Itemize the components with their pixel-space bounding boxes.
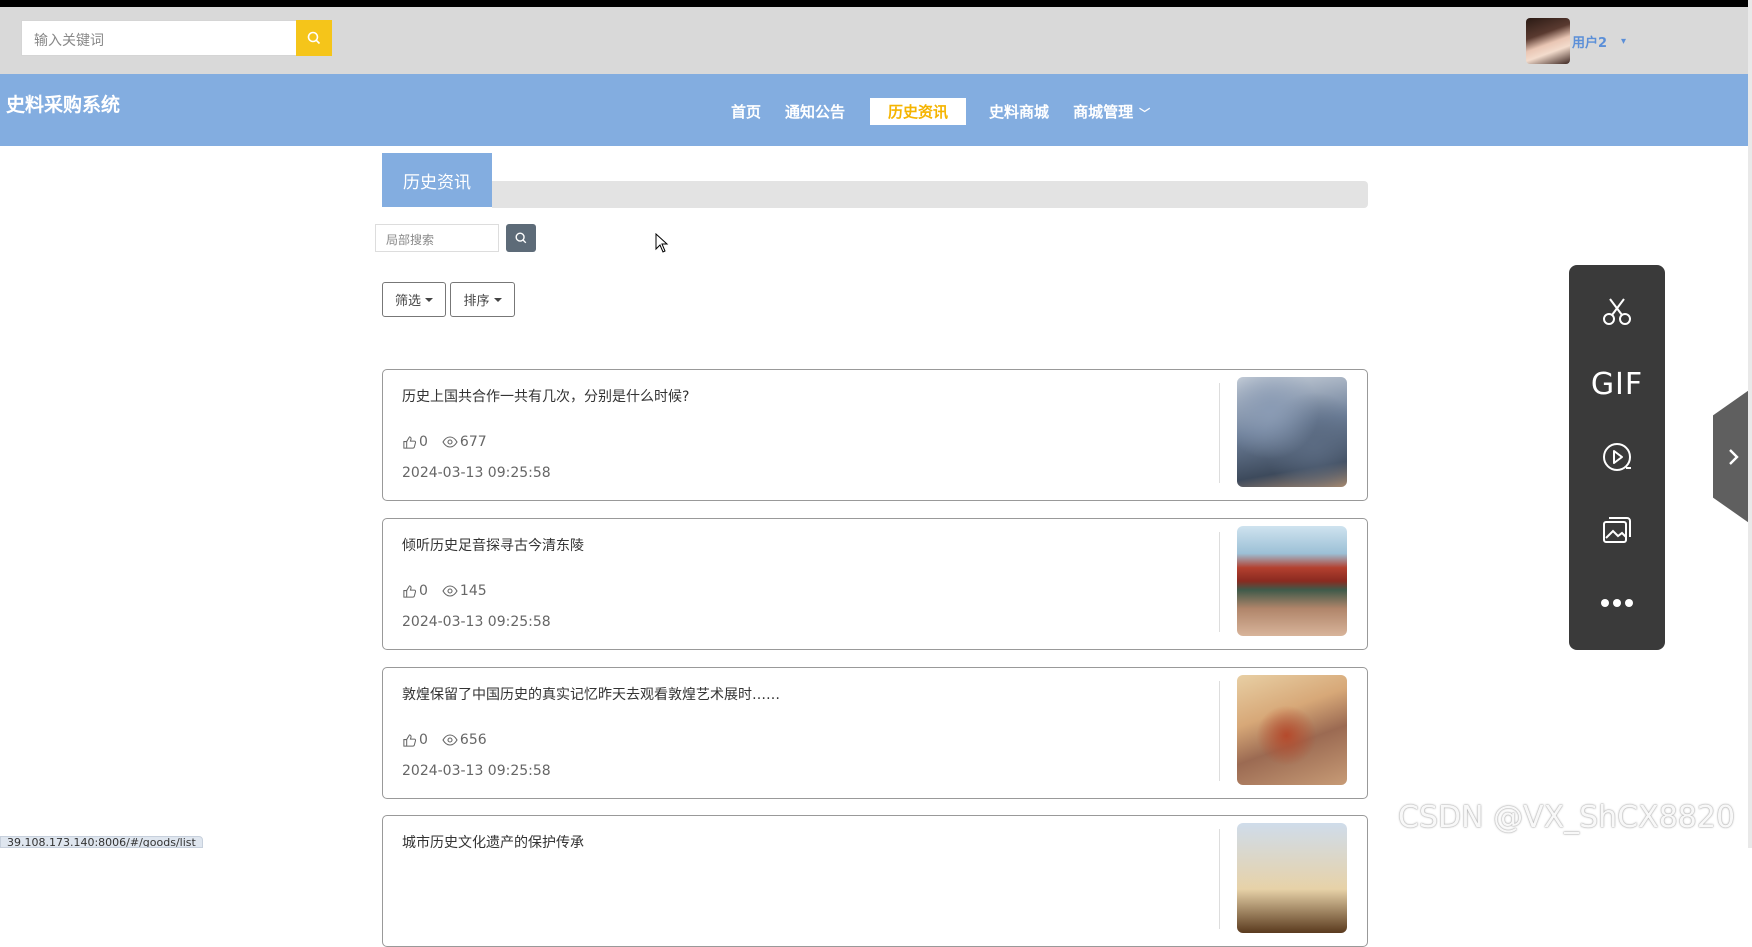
view-count: 145 [459, 583, 487, 599]
window-top-border [0, 0, 1752, 7]
caret-down-icon [425, 297, 433, 302]
brand-title: 史料采购系统 [6, 94, 121, 116]
nav-item-mall[interactable]: 史料商城 [978, 98, 1060, 125]
thumbs-up-icon[interactable] [402, 435, 417, 450]
article-title[interactable]: 倾听历史足音探寻古今清东陵 [402, 535, 584, 555]
article-thumbnail[interactable] [1237, 823, 1347, 933]
divider [1219, 829, 1220, 929]
nav-item-mall-management-label: 商城管理 [1073, 103, 1134, 121]
like-count: 0 [419, 732, 428, 748]
filter-label: 筛选 [394, 294, 421, 309]
eye-icon [442, 585, 458, 597]
search-icon [515, 232, 527, 244]
view-count: 677 [459, 434, 487, 450]
scissors-icon[interactable] [1569, 291, 1665, 331]
article-date: 2024-03-13 09:25:58 [402, 465, 551, 481]
local-search-input[interactable]: 局部搜索 [375, 224, 499, 252]
article-card[interactable]: 城市历史文化遗产的保护传承 [382, 815, 1368, 947]
sort-dropdown-button[interactable]: 排序 [450, 282, 515, 317]
view-count: 656 [459, 732, 487, 748]
article-card[interactable]: 敦煌保留了中国历史的真实记忆昨天去观看敦煌艺术展时…… 0 656 2024-0… [382, 667, 1368, 799]
watermark: CSDN @VX_ShCX8820 [1398, 800, 1736, 835]
username[interactable]: 用户2 [1572, 32, 1607, 51]
gif-record-button[interactable]: GIF [1569, 364, 1665, 404]
image-capture-icon[interactable] [1569, 510, 1665, 550]
keyword-search-button[interactable] [296, 20, 332, 56]
avatar[interactable] [1526, 18, 1570, 64]
nav-item-history-news[interactable]: 历史资讯 [870, 98, 967, 125]
main-navbar: 史料采购系统 首页 通知公告 历史资讯 史料商城 商城管理 ﹀ [0, 74, 1752, 146]
divider [1219, 532, 1220, 632]
article-date: 2024-03-13 09:25:58 [402, 763, 551, 779]
thumbs-up-icon[interactable] [402, 733, 417, 748]
divider [1219, 383, 1220, 483]
article-card[interactable]: 历史上国共合作一共有几次，分别是什么时候? 0 677 2024-03-13 0… [382, 369, 1368, 501]
article-title[interactable]: 历史上国共合作一共有几次，分别是什么时候? [402, 386, 689, 406]
article-thumbnail[interactable] [1237, 377, 1347, 487]
search-icon [307, 31, 321, 45]
status-bar-url: 39.108.173.140:8006/#/goods/list [0, 836, 203, 848]
nav-item-home[interactable]: 首页 [720, 98, 772, 125]
article-date: 2024-03-13 09:25:58 [402, 614, 551, 630]
article-title[interactable]: 城市历史文化遗产的保护传承 [402, 832, 584, 852]
capture-tool-panel: GIF [1569, 265, 1665, 650]
video-record-icon[interactable] [1569, 437, 1665, 477]
divider [1219, 681, 1220, 781]
caret-down-icon [493, 297, 502, 302]
caret-down-icon[interactable]: ▾ [1621, 36, 1626, 47]
section-title-bar [492, 181, 1368, 208]
like-count: 0 [419, 434, 428, 450]
chevron-down-icon: ﹀ [1139, 107, 1151, 120]
chevron-right-icon [1728, 448, 1739, 465]
section-title: 历史资讯 [382, 153, 492, 207]
top-bar: 输入关键词 用户2 ▾ [0, 7, 1752, 74]
scrollbar[interactable] [1748, 0, 1752, 848]
nav-item-mall-management[interactable]: 商城管理 ﹀ [1062, 98, 1161, 125]
article-title[interactable]: 敦煌保留了中国历史的真实记忆昨天去观看敦煌艺术展时…… [402, 684, 780, 704]
local-search-button[interactable] [506, 224, 536, 252]
user-menu[interactable]: 用户2 ▾ [1526, 17, 1626, 65]
article-thumbnail[interactable] [1237, 675, 1347, 785]
nav-item-notices[interactable]: 通知公告 [774, 98, 856, 125]
more-icon[interactable] [1569, 583, 1665, 623]
filter-dropdown-button[interactable]: 筛选 [382, 282, 446, 317]
panel-expand-tab[interactable] [1713, 388, 1752, 525]
keyword-search-input[interactable]: 输入关键词 [21, 20, 296, 56]
article-thumbnail[interactable] [1237, 526, 1347, 636]
thumbs-up-icon[interactable] [402, 584, 417, 599]
sort-label: 排序 [463, 294, 490, 309]
article-card[interactable]: 倾听历史足音探寻古今清东陵 0 145 2024-03-13 09:25:58 [382, 518, 1368, 650]
mouse-cursor-icon [655, 233, 669, 253]
eye-icon [442, 436, 458, 448]
nav-menu: 首页 通知公告 历史资讯 史料商城 商城管理 ﹀ [720, 98, 1163, 125]
like-count: 0 [419, 583, 428, 599]
eye-icon [442, 734, 458, 746]
